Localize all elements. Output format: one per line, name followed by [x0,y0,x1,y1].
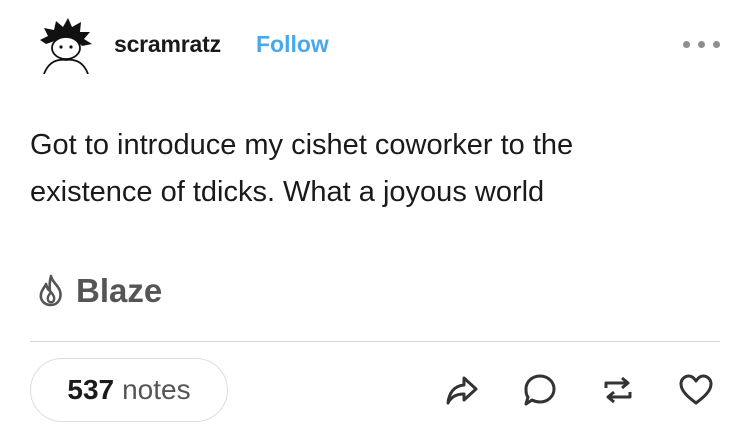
notes-count: 537 [67,374,115,405]
avatar-icon [40,18,92,75]
post-actions [440,368,718,412]
like-button[interactable] [674,368,718,412]
blaze-label: Blaze [76,272,163,309]
flame-icon [39,274,62,307]
post-body: Got to introduce my cishet coworker to t… [30,122,720,216]
post-header: scramratz Follow [36,14,726,75]
reply-button[interactable] [518,368,562,412]
reblog-button[interactable] [596,368,640,412]
reblog-icon [604,376,632,404]
post-card: scramratz Follow Got to introduce my cis… [0,0,750,437]
post-text-line: Got to introduce my cishet coworker to t… [30,129,574,161]
reply-icon [524,374,556,406]
blaze-button[interactable]: Blaze [36,270,162,312]
follow-button[interactable]: Follow [256,31,329,58]
username[interactable]: scramratz [114,31,221,58]
notes-button[interactable]: 537 notes [30,358,228,422]
share-button[interactable] [440,368,484,412]
divider [30,341,720,342]
post-text-line: existence of tdicks. What a joyous world [30,176,545,208]
share-icon [446,376,478,405]
notes-label: notes [122,374,191,405]
heart-icon [679,374,713,405]
avatar[interactable] [36,14,96,75]
more-options-icon[interactable] [680,32,724,56]
